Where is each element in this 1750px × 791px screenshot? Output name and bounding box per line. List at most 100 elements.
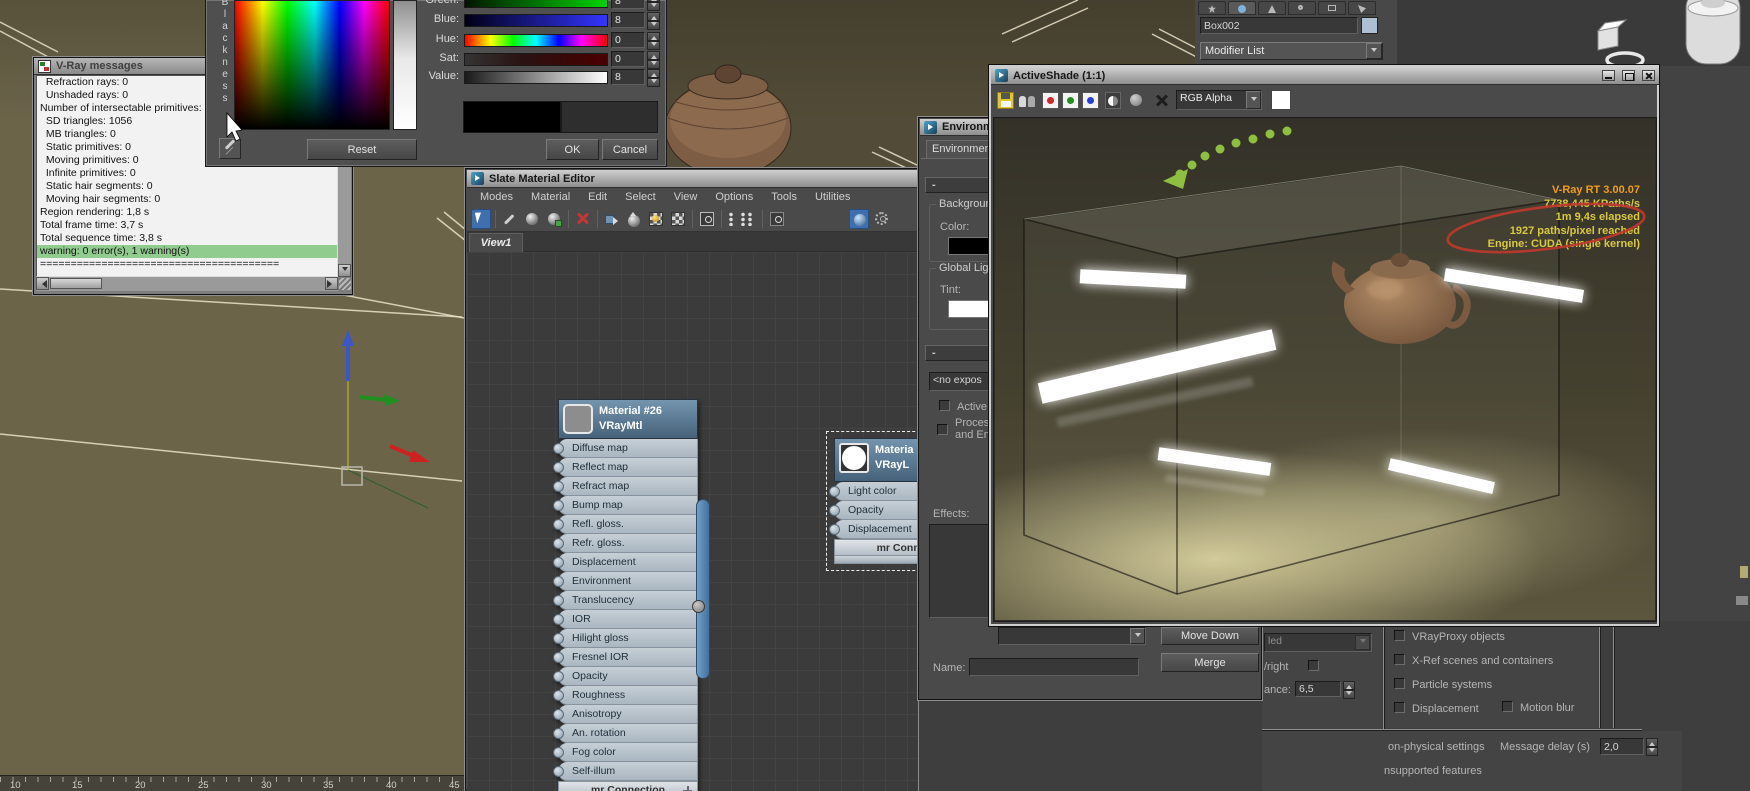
slot-connector-icon[interactable]	[829, 504, 840, 516]
chevron-down-icon[interactable]	[1130, 628, 1145, 644]
slider-value[interactable]: 8	[611, 69, 645, 85]
object-name-field[interactable]	[1200, 17, 1358, 34]
slider-track[interactable]	[464, 0, 608, 8]
motion-tab-icon[interactable]	[1288, 1, 1316, 15]
cancel-button[interactable]: Cancel	[602, 139, 658, 160]
node-slot[interactable]: Displacement	[553, 553, 698, 572]
node-slot[interactable]: Reflect map	[553, 458, 698, 477]
option-checkbox[interactable]	[1394, 678, 1405, 689]
assign-material-icon[interactable]	[522, 209, 542, 229]
move-children-icon[interactable]	[602, 209, 622, 229]
active-checkbox[interactable]	[939, 400, 950, 411]
slider-track[interactable]	[464, 14, 608, 27]
message-delay-field[interactable]	[1600, 738, 1644, 755]
node-slot[interactable]: Light color	[829, 482, 918, 501]
menu-item[interactable]: Options	[706, 191, 762, 203]
slot-connector-icon[interactable]	[553, 689, 564, 701]
node-slot[interactable]: Diffuse map	[553, 439, 698, 458]
layout-icon[interactable]	[726, 209, 736, 229]
zoom-icon[interactable]	[767, 209, 787, 229]
slot-connector-icon[interactable]	[553, 651, 564, 663]
horizontal-scrollbar[interactable]	[36, 277, 338, 291]
message-delay-spinner[interactable]	[1646, 738, 1658, 756]
slate-canvas[interactable]: Material #26 VRayMtl Diffuse map Reflect…	[467, 252, 918, 791]
move-down-button[interactable]: Move Down	[1161, 627, 1259, 645]
monochrome-icon[interactable]	[1130, 94, 1142, 106]
mr-connection-footer[interactable]: mr Connection	[558, 781, 698, 791]
merge-button[interactable]: Merge	[1161, 653, 1259, 672]
slider-spinner[interactable]	[647, 12, 660, 30]
node-slot[interactable]: Fog color	[553, 743, 698, 762]
slot-connector-icon[interactable]	[553, 632, 564, 644]
option-checkbox[interactable]	[1394, 630, 1405, 641]
slot-connector-icon[interactable]	[553, 518, 564, 530]
slot-connector-icon[interactable]	[553, 613, 564, 625]
modifier-list-dropdown[interactable]: Modifier List	[1200, 42, 1383, 60]
resize-grip[interactable]	[339, 278, 351, 290]
slot-connector-icon[interactable]	[553, 442, 564, 454]
motion-blur-checkbox[interactable]	[1502, 701, 1513, 712]
slot-connector-icon[interactable]	[553, 461, 564, 473]
display-tab-icon[interactable]	[1318, 1, 1346, 15]
node-slot[interactable]: Environment	[553, 572, 698, 591]
node-slot[interactable]: Opacity	[829, 501, 918, 520]
node-slot[interactable]: Bump map	[553, 496, 698, 515]
effect-name-field[interactable]	[969, 658, 1139, 676]
node-slot[interactable]: IOR	[553, 610, 698, 629]
node-slot[interactable]: An. rotation	[553, 724, 698, 743]
slot-connector-icon[interactable]	[553, 765, 564, 777]
slider-track[interactable]	[464, 71, 608, 84]
slider-value[interactable]: 0	[611, 32, 645, 48]
delete-icon[interactable]	[573, 209, 593, 229]
menu-item[interactable]: Select	[616, 191, 665, 203]
ok-button[interactable]: OK	[546, 139, 599, 160]
slot-connector-icon[interactable]	[553, 575, 564, 587]
close-button[interactable]	[1642, 70, 1655, 81]
node-slot[interactable]: Anisotropy	[553, 705, 698, 724]
effects-dropdown[interactable]	[998, 627, 1146, 645]
node-slot[interactable]: Opacity	[553, 667, 698, 686]
slider-value[interactable]: 0	[611, 51, 645, 67]
option-checkbox[interactable]	[1394, 702, 1405, 713]
reset-button[interactable]: Reset	[307, 139, 417, 160]
maximize-button[interactable]	[1622, 70, 1635, 81]
distance-field[interactable]	[1295, 681, 1341, 697]
alpha-channel-icon[interactable]	[1105, 91, 1121, 109]
settings-gear-icon[interactable]	[872, 209, 892, 229]
node-slot[interactable]: Fresnel IOR	[553, 648, 698, 667]
slot-connector-icon[interactable]	[553, 499, 564, 511]
menu-item[interactable]: View	[665, 191, 707, 203]
pan-icon[interactable]	[738, 209, 758, 229]
create-tab-icon[interactable]	[1198, 1, 1226, 15]
node-slot[interactable]: Refr. gloss.	[553, 534, 698, 553]
show-grid-icon[interactable]	[668, 209, 688, 229]
clear-icon[interactable]	[1154, 92, 1170, 108]
node-slot[interactable]: Roughness	[553, 686, 698, 705]
put-to-library-icon[interactable]	[544, 209, 564, 229]
menu-item[interactable]: Tools	[762, 191, 806, 203]
node-slot[interactable]: Refl. gloss.	[553, 515, 698, 534]
slot-connector-icon[interactable]	[553, 746, 564, 758]
save-icon[interactable]	[997, 91, 1014, 109]
material-thumbnail[interactable]	[563, 404, 593, 434]
menu-item[interactable]: Utilities	[806, 191, 859, 203]
slot-connector-icon[interactable]	[553, 594, 564, 606]
node-slot[interactable]: Refract map	[553, 477, 698, 496]
process-checkbox[interactable]	[937, 424, 948, 435]
node-header[interactable]: Material #26 VRayMtl	[558, 399, 698, 439]
left-right-checkbox[interactable]	[1308, 660, 1319, 671]
slider-track[interactable]	[464, 53, 608, 66]
background-color-swatch[interactable]	[1271, 90, 1291, 110]
slider-spinner[interactable]	[647, 32, 660, 50]
slider-value[interactable]: 8	[611, 0, 645, 9]
slider-spinner[interactable]	[647, 0, 660, 11]
object-color-swatch[interactable]	[1361, 17, 1378, 34]
node-resize-strip[interactable]	[834, 556, 918, 564]
view1-tab[interactable]: View1	[469, 233, 523, 252]
node-slot[interactable]: Displacement	[829, 520, 918, 539]
vraymtl-node[interactable]: Material #26 VRayMtl Diffuse map Reflect…	[553, 399, 698, 791]
expand-plus-icon[interactable]	[683, 786, 692, 791]
green-channel-icon[interactable]	[1062, 91, 1079, 109]
clone-icon[interactable]	[1018, 92, 1036, 109]
node-slot[interactable]: Translucency	[553, 591, 698, 610]
